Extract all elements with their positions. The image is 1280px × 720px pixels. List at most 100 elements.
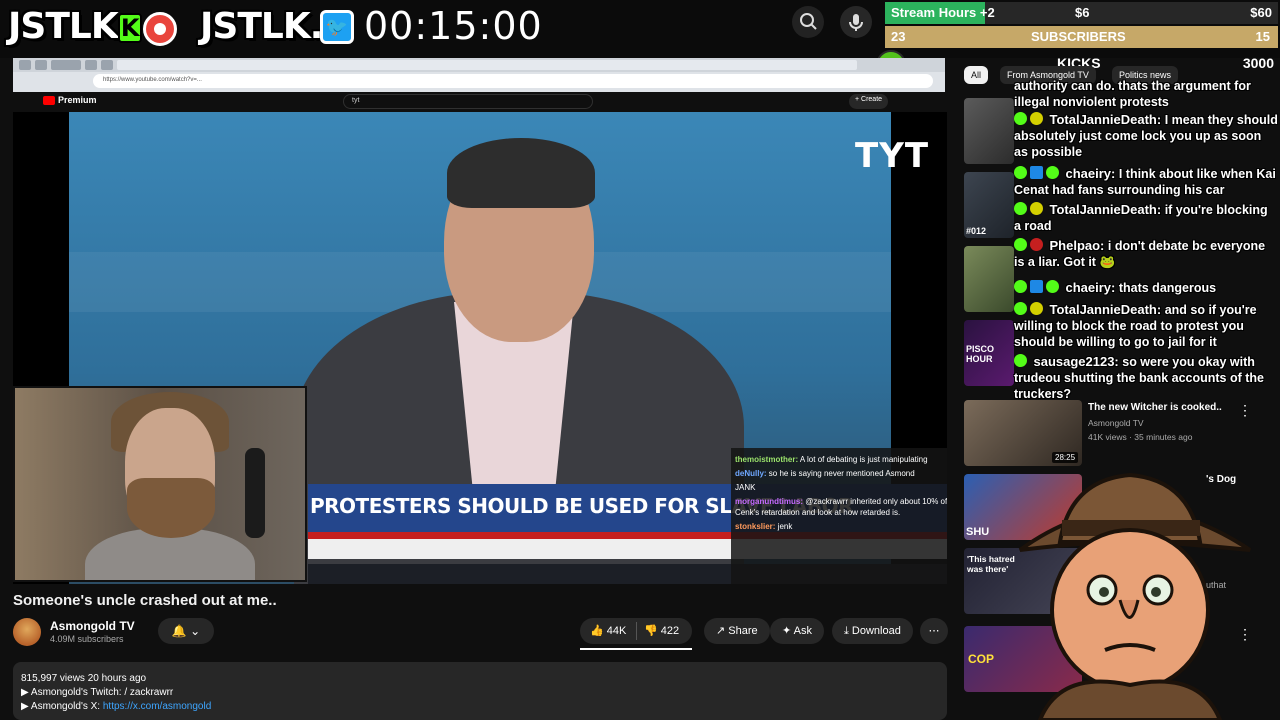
browser-tab[interactable] [19, 60, 31, 70]
kick-badge-icon [1014, 354, 1027, 367]
chat-message: chaeiry: I think about like when Kai Cen… [1014, 166, 1278, 198]
download-button[interactable]: ⤓ Download [832, 618, 913, 644]
youtube-header: Premium tyt + Create [13, 92, 945, 112]
chat-username[interactable]: Phelpao: [1049, 238, 1104, 253]
subscribers-goal: 23 SUBSCRIBERS 15 [885, 26, 1278, 48]
video-chat-overlay: themoistmother: A lot of debating is jus… [731, 448, 947, 584]
create-button[interactable]: + Create [849, 94, 889, 109]
dislike-button[interactable]: 👎 422 [644, 624, 679, 637]
browser-tab[interactable] [51, 60, 81, 70]
chat-message: TotalJannieDeath: and so if you're willi… [1014, 302, 1278, 350]
kick-badge-icon [1014, 112, 1027, 125]
channel-subscribers: 4.09M subscribers [50, 634, 124, 644]
chat-username[interactable]: TotalJannieDeath: [1049, 202, 1161, 217]
thumbnail-podcast-label: PISCO HOUR [966, 344, 995, 364]
stream-hours-max: $60 [1250, 5, 1272, 20]
chat-message: Phelpao: i don't debate bc everyone is a… [1014, 238, 1278, 270]
recommendation-meta: 41K views · 35 minutes ago [1088, 432, 1193, 442]
youtube-brand-label: Premium [58, 95, 97, 105]
jstlk-kick-logo: JSTLK K [8, 6, 142, 47]
twitch-link[interactable]: / zackrawrr [124, 687, 173, 698]
chat-message: authority can do. thats the argument for… [1014, 78, 1278, 110]
more-actions-button[interactable]: ⋯ [920, 618, 948, 644]
bell-icon: 🔔 [171, 624, 187, 638]
stream-hours-label: Stream Hours +2 [891, 5, 995, 20]
browser-window-chrome: https://www.youtube.com/watch?v=... [13, 58, 945, 92]
overlay-chat-message: deNully: so he is saying never mentioned… [735, 468, 947, 479]
stream-timer: 00:15:00 [364, 4, 543, 48]
overlay-chat-text: A lot of debating is just manipulating [799, 455, 928, 464]
overlay-chat-user: deNully: [735, 469, 767, 478]
browser-tab-strip[interactable] [13, 58, 945, 72]
youtube-search-input[interactable]: tyt [343, 94, 593, 109]
chat-message: sausage2123: so were you okay with trude… [1014, 354, 1278, 402]
like-bar-indicator [580, 648, 692, 650]
share-label: Share [728, 625, 758, 637]
description-label: ▶ Asmongold's Twitch: [21, 687, 125, 698]
recommendation-thumbnail[interactable]: #012 [964, 172, 1014, 238]
chat-username[interactable]: sausage2123: [1033, 354, 1118, 369]
chat-username[interactable]: chaeiry: [1065, 166, 1115, 181]
address-bar[interactable]: https://www.youtube.com/watch?v=... [93, 74, 933, 88]
like-count: 44K [606, 625, 627, 637]
overlay-chat-text: JANK [735, 483, 756, 492]
youtube-icon [43, 96, 55, 106]
search-icon[interactable] [792, 6, 824, 38]
recommendation-channel[interactable]: Asmongold TV [1088, 418, 1144, 428]
like-button[interactable]: 👍 44K [590, 624, 626, 637]
stream-overlay-bar: JSTLK K JSTLK. 🐦 00:15:00 Stream Hours +2… [0, 0, 1280, 58]
kick-badge-icon [1014, 280, 1027, 293]
channel-avatar[interactable] [13, 618, 41, 646]
sub-badge-icon [1030, 302, 1043, 315]
video-title: Someone's uncle crashed out at me.. [13, 592, 277, 609]
stream-hours-mid: $6 [1075, 5, 1090, 20]
like-separator [636, 622, 637, 640]
like-dislike-bar: 👍 44K 👎 422 [580, 618, 692, 644]
download-icon: ⤓ [844, 625, 852, 637]
channel-name[interactable]: Asmongold TV [50, 619, 135, 633]
recommendation-thumbnail[interactable]: PISCO HOUR [964, 320, 1014, 386]
chat-username[interactable]: TotalJannieDeath: [1049, 302, 1161, 317]
recommendation-thumbnail[interactable] [964, 246, 1014, 312]
stream-screen: JSTLK K JSTLK. 🐦 00:15:00 Stream Hours +2… [0, 0, 1280, 720]
ask-button[interactable]: ✦ Ask [770, 618, 825, 644]
subs-target: 15 [1255, 29, 1270, 44]
browser-tab[interactable] [35, 60, 47, 70]
share-button[interactable]: ↗ Share [704, 618, 770, 644]
sparkle-icon: ✦ [782, 625, 794, 637]
recommendation-thumbnail[interactable] [964, 98, 1014, 164]
video-description[interactable]: 815,997 views 20 hours ago ▶ Asmongold's… [13, 662, 947, 720]
subs-current: 23 [891, 29, 906, 44]
kick-badge-icon [1014, 302, 1027, 315]
browser-tab-row[interactable] [117, 60, 857, 70]
sub-badge-icon [1030, 238, 1043, 251]
browser-tab[interactable] [85, 60, 97, 70]
overlay-chat-text: jenk [777, 522, 793, 531]
thumbs-up-icon: 👍 [590, 625, 607, 637]
thumbnail-episode-label: #012 [966, 226, 987, 236]
chat-username[interactable]: chaeiry: [1065, 280, 1115, 295]
record-icon [143, 12, 177, 46]
tyt-watermark: TYT [855, 136, 930, 176]
x-link[interactable]: https://x.com/asmongold [103, 701, 211, 712]
webcam-beard [127, 478, 215, 538]
filter-tab-all[interactable]: All [964, 66, 989, 84]
chat-text: authority can do. thats the argument for… [1014, 79, 1251, 109]
twitter-icon: 🐦 [320, 10, 354, 44]
overlay-chat-message: themoistmother: A lot of debating is jus… [735, 454, 947, 465]
download-label: Download [851, 625, 901, 637]
youtube-logo[interactable]: Premium [43, 95, 97, 106]
share-icon: ↗ [716, 625, 729, 637]
microphone-icon[interactable] [840, 6, 872, 38]
logo-text: JSTLK [8, 6, 119, 47]
detective-avatar-overlay [1018, 472, 1252, 720]
description-meta: 815,997 views 20 hours ago [21, 673, 147, 684]
chat-username[interactable]: TotalJannieDeath: [1049, 112, 1161, 127]
live-chat-overlay: authority can do. thats the argument for… [1012, 76, 1280, 406]
kick-badge-icon [1014, 166, 1027, 179]
stream-goals-widget: Stream Hours +2 $6 $60 23 SUBSCRIBERS 15 [883, 0, 1280, 50]
notification-bell-button[interactable]: 🔔 ⌄ [158, 618, 214, 644]
logo-text: JSTLK. [200, 6, 323, 47]
browser-tab[interactable] [101, 60, 113, 70]
overlay-chat-message: morganundtimus: @zackrawrr inherited onl… [735, 496, 947, 518]
